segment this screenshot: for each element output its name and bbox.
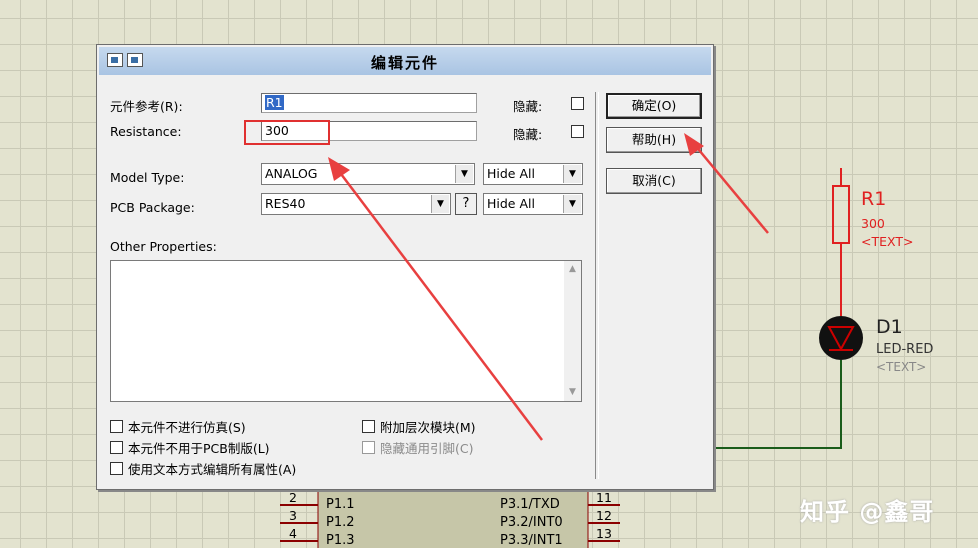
resistance-label: Resistance: (110, 124, 182, 139)
chevron-down-icon[interactable]: ▼ (563, 165, 581, 183)
pin-num: 11 (596, 490, 612, 505)
ref-input[interactable]: R1 (261, 93, 477, 113)
pin-name: P3.3/INT1 (500, 533, 563, 548)
r1-text: <TEXT> (861, 234, 914, 249)
hide-pins-label: 隐藏通用引脚(C) (380, 441, 474, 456)
pcb-help-button[interactable]: ? (455, 193, 477, 215)
watermark: 知乎 @鑫哥 (800, 498, 935, 526)
pin-num: 12 (596, 508, 612, 523)
wire-d1 (714, 360, 842, 449)
d1-ref: D1 (876, 316, 903, 338)
scroll-down-icon[interactable]: ▼ (564, 384, 581, 401)
pin-num: 4 (289, 526, 297, 541)
other-properties-textarea[interactable]: ▲ ▼ (110, 260, 582, 402)
chevron-down-icon[interactable]: ▼ (431, 195, 449, 213)
vertical-separator (595, 92, 599, 479)
pcb-package-value: RES40 (265, 196, 306, 211)
ref-value: R1 (265, 95, 284, 110)
no-sim-label: 本元件不进行仿真(S) (128, 420, 246, 435)
chevron-down-icon[interactable]: ▼ (563, 195, 581, 213)
pcb-package-label: PCB Package: (110, 200, 195, 215)
ref-label: 元件参考(R): (110, 99, 183, 114)
r1-value: 300 (861, 216, 885, 231)
pin-name: P3.2/INT0 (500, 515, 563, 530)
pin-num: 13 (596, 526, 612, 541)
highlight-box (244, 120, 330, 145)
no-sim-checkbox[interactable] (110, 420, 123, 433)
ok-button[interactable]: 确定(O) (606, 93, 702, 119)
resistance-hidden-checkbox[interactable] (571, 125, 584, 138)
hide-pins-checkbox[interactable] (362, 441, 375, 454)
pin-name: P1.2 (326, 515, 355, 530)
title-bar[interactable]: 编辑元件 (99, 47, 711, 75)
no-pcb-checkbox[interactable] (110, 441, 123, 454)
model-type-value: ANALOG (265, 166, 318, 181)
other-properties-label: Other Properties: (110, 239, 217, 254)
pin-name: P3.1/TXD (500, 497, 560, 512)
model-type-label: Model Type: (110, 170, 185, 185)
ref-hidden-checkbox[interactable] (571, 97, 584, 110)
pin-name: P1.3 (326, 533, 355, 548)
attach-hier-checkbox[interactable] (362, 420, 375, 433)
cancel-button[interactable]: 取消(C) (606, 168, 702, 194)
chevron-down-icon[interactable]: ▼ (455, 165, 473, 183)
pin-num: 3 (289, 508, 297, 523)
r1-ref: R1 (861, 188, 887, 210)
dialog-title: 编辑元件 (370, 54, 439, 72)
text-edit-checkbox[interactable] (110, 462, 123, 475)
model-type-hide-select[interactable]: Hide All ▼ (483, 163, 583, 185)
no-pcb-label: 本元件不用于PCB制版(L) (128, 441, 270, 456)
scrollbar[interactable]: ▲ ▼ (564, 261, 581, 401)
pcb-hide-select[interactable]: Hide All ▼ (483, 193, 583, 215)
ref-hidden-label: 隐藏: (513, 99, 543, 114)
model-type-select[interactable]: ANALOG ▼ (261, 163, 475, 185)
pcb-package-select[interactable]: RES40 ▼ (261, 193, 451, 215)
pin-num: 2 (289, 490, 297, 505)
pcb-hide-value: Hide All (487, 196, 535, 211)
edit-component-dialog: 编辑元件 元件参考(R): R1 隐藏: Resistance: 300 隐藏:… (96, 44, 714, 490)
d1-text: <TEXT> (876, 360, 927, 374)
r1-body (832, 185, 850, 244)
pin-name: P1.1 (326, 497, 355, 512)
model-type-hide-value: Hide All (487, 166, 535, 181)
resistance-hidden-label: 隐藏: (513, 127, 543, 142)
scroll-up-icon[interactable]: ▲ (564, 261, 581, 278)
attach-hier-label: 附加层次模块(M) (380, 420, 476, 435)
text-edit-label: 使用文本方式编辑所有属性(A) (128, 462, 297, 477)
d1-value: LED-RED (876, 342, 934, 357)
d1-body (819, 316, 863, 360)
help-button[interactable]: 帮助(H) (606, 127, 702, 153)
